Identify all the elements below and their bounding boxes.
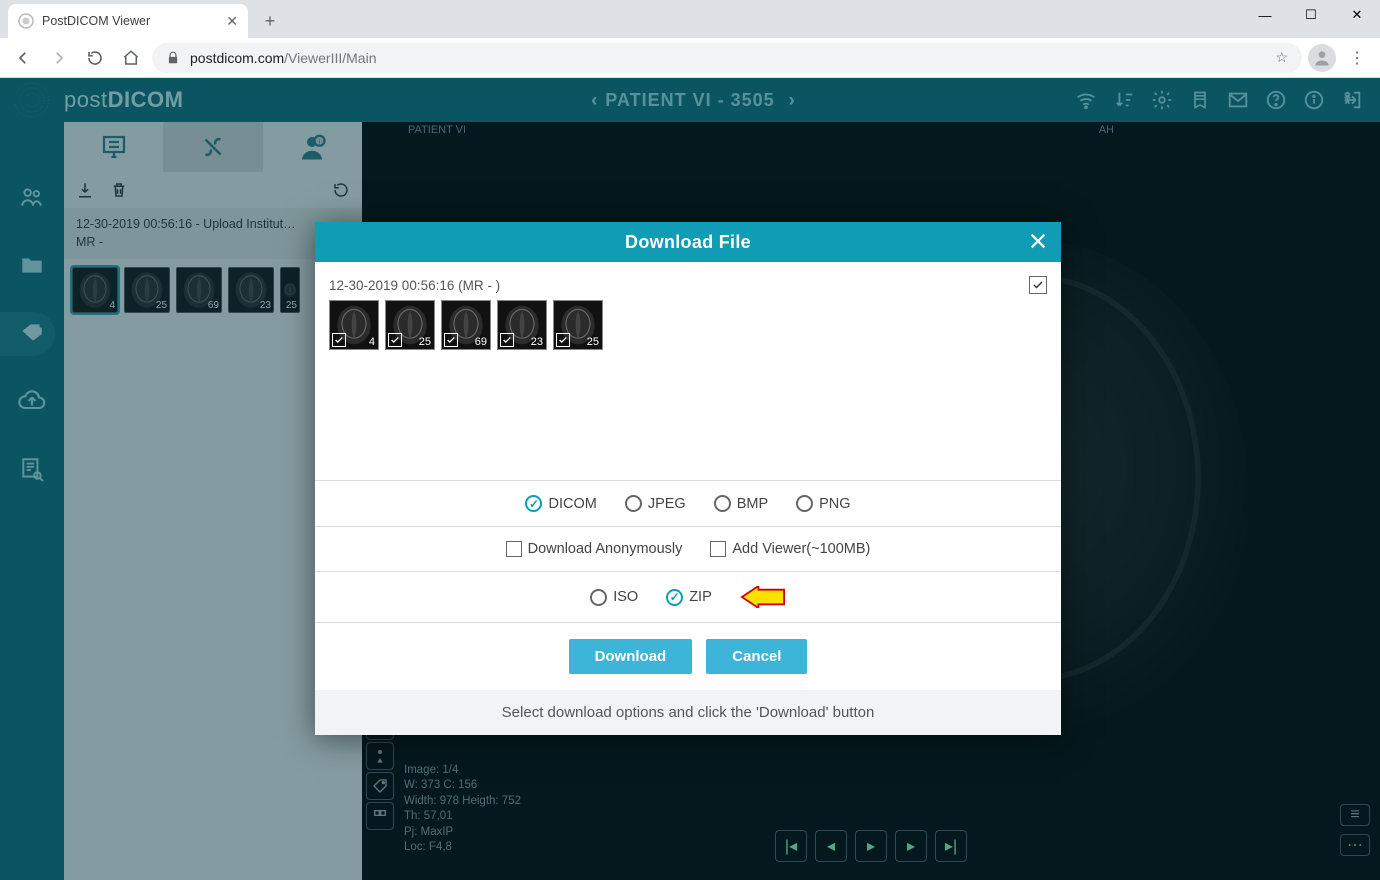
patient-label: PATIENT VI - 3505 bbox=[605, 90, 774, 111]
app-root: postDICOM ‹‹ PATIENT VI - 3505 ›› bbox=[0, 78, 1380, 880]
download-file-dialog: Download File 12-30-2019 00:56:16 (MR - … bbox=[315, 222, 1061, 735]
viewer-patient-label: PATIENT VI bbox=[408, 124, 466, 136]
tool-tag-icon[interactable] bbox=[366, 772, 394, 800]
profile-avatar[interactable] bbox=[1308, 44, 1336, 72]
nav-folder-icon[interactable] bbox=[17, 250, 47, 280]
tool-person-icon[interactable] bbox=[366, 742, 394, 770]
browser-toolbar: postdicom.com/ViewerIII/Main ☆ ⋮ bbox=[0, 38, 1380, 78]
thumb-checkbox[interactable] bbox=[556, 333, 570, 347]
window-close-button[interactable]: ✕ bbox=[1334, 0, 1380, 30]
study-line1: 12-30-2019 00:56:16 - Upload Institut… bbox=[76, 216, 350, 234]
viewer-menu-icon[interactable]: ≡ bbox=[1340, 804, 1370, 826]
dialog-series-thumb[interactable]: 23 bbox=[497, 300, 547, 350]
sort-icon[interactable] bbox=[1112, 88, 1136, 112]
app-topbar: postDICOM ‹‹ PATIENT VI - 3505 ›› bbox=[0, 78, 1380, 122]
home-button[interactable] bbox=[116, 43, 146, 73]
series-thumb[interactable]: 25 bbox=[124, 267, 170, 313]
viewer-orientation-label: AH bbox=[1099, 124, 1114, 136]
dialog-header: Download File bbox=[315, 222, 1061, 262]
next-frame-button[interactable]: ▸ bbox=[895, 830, 927, 862]
tab-close-icon[interactable]: ✕ bbox=[226, 13, 238, 30]
thumb-checkbox[interactable] bbox=[388, 333, 402, 347]
help-icon[interactable] bbox=[1264, 88, 1288, 112]
archive-zip-radio[interactable]: ZIP bbox=[666, 589, 712, 606]
dialog-series-thumb[interactable]: 25 bbox=[553, 300, 603, 350]
prev-frame-button[interactable]: ◂ bbox=[815, 830, 847, 862]
refresh-icon[interactable] bbox=[332, 181, 350, 199]
back-button[interactable] bbox=[8, 43, 38, 73]
dialog-series-thumb[interactable]: 69 bbox=[441, 300, 491, 350]
nav-search-doc-icon[interactable] bbox=[17, 454, 47, 484]
dialog-series-thumb[interactable]: 25 bbox=[385, 300, 435, 350]
anonymize-checkbox[interactable]: Download Anonymously bbox=[506, 541, 683, 557]
browser-tab[interactable]: PostDICOM Viewer ✕ bbox=[8, 4, 248, 38]
browser-tabstrip: PostDICOM Viewer ✕ + — ☐ ✕ bbox=[0, 0, 1380, 38]
dialog-thumbs: 425692325 bbox=[329, 300, 1047, 350]
window-maximize-button[interactable]: ☐ bbox=[1288, 0, 1334, 30]
select-all-checkbox[interactable] bbox=[1029, 276, 1047, 294]
series-thumb[interactable]: 23 bbox=[228, 267, 274, 313]
panel-tab-viewer[interactable] bbox=[64, 122, 163, 172]
format-dicom-radio[interactable]: DICOM bbox=[525, 495, 596, 512]
nav-users-icon[interactable] bbox=[17, 182, 47, 212]
reload-button[interactable] bbox=[80, 43, 110, 73]
dialog-title: Download File bbox=[625, 232, 751, 253]
series-thumb[interactable]: 69 bbox=[176, 267, 222, 313]
last-frame-button[interactable]: ▸| bbox=[935, 830, 967, 862]
gear-icon[interactable] bbox=[1150, 88, 1174, 112]
patient-nav: ‹‹ PATIENT VI - 3505 ›› bbox=[591, 90, 788, 111]
archive-row: ISO ZIP bbox=[315, 571, 1061, 622]
forward-button[interactable] bbox=[44, 43, 74, 73]
first-frame-button[interactable]: |◂ bbox=[775, 830, 807, 862]
format-bmp-radio[interactable]: BMP bbox=[714, 495, 768, 512]
window-minimize-button[interactable]: — bbox=[1242, 0, 1288, 30]
thumb-checkbox[interactable] bbox=[332, 333, 346, 347]
download-icon[interactable] bbox=[76, 181, 94, 199]
url-domain: postdicom.com bbox=[190, 50, 284, 66]
left-nav bbox=[0, 122, 64, 880]
browser-menu-button[interactable]: ⋮ bbox=[1342, 43, 1372, 73]
url-path: /ViewerIII/Main bbox=[284, 50, 376, 66]
new-tab-button[interactable]: + bbox=[256, 7, 284, 35]
exit-icon[interactable] bbox=[1340, 88, 1364, 112]
nav-tags-icon[interactable] bbox=[17, 318, 47, 348]
download-button[interactable]: Download bbox=[569, 639, 693, 674]
app-logo-icon bbox=[0, 78, 64, 122]
nav-upload-icon[interactable] bbox=[17, 386, 47, 416]
thumb-checkbox[interactable] bbox=[444, 333, 458, 347]
series-thumb[interactable]: 4 bbox=[72, 267, 118, 313]
address-bar[interactable]: postdicom.com/ViewerIII/Main ☆ bbox=[152, 43, 1302, 73]
thumb-checkbox[interactable] bbox=[500, 333, 514, 347]
mail-icon[interactable] bbox=[1226, 88, 1250, 112]
tool-grid-icon[interactable] bbox=[366, 802, 394, 830]
viewer-info: Image: 1/4 W: 373 C: 156 Width: 978 Heig… bbox=[404, 763, 521, 856]
svg-text:!: ! bbox=[319, 138, 321, 147]
study-line2: MR - bbox=[76, 234, 350, 252]
tab-title: PostDICOM Viewer bbox=[42, 14, 150, 28]
viewer-more-icon[interactable]: ⋯ bbox=[1340, 834, 1370, 856]
dialog-series-thumb[interactable]: 4 bbox=[329, 300, 379, 350]
bookmark-icon[interactable]: ☆ bbox=[1275, 49, 1288, 66]
series-thumb[interactable]: 25 bbox=[280, 267, 300, 313]
cancel-button[interactable]: Cancel bbox=[706, 639, 807, 674]
dialog-series-label: 12-30-2019 00:56:16 (MR - ) bbox=[329, 278, 500, 293]
wifi-icon[interactable] bbox=[1074, 88, 1098, 112]
options-row: Download Anonymously Add Viewer(~100MB) bbox=[315, 526, 1061, 571]
dialog-footer-text: Select download options and click the 'D… bbox=[315, 690, 1061, 735]
trash-icon[interactable] bbox=[110, 181, 128, 199]
highlight-arrow-icon bbox=[740, 586, 786, 608]
format-jpeg-radio[interactable]: JPEG bbox=[625, 495, 686, 512]
info-icon[interactable] bbox=[1302, 88, 1326, 112]
format-row: DICOM JPEG BMP PNG bbox=[315, 480, 1061, 526]
format-png-radio[interactable]: PNG bbox=[796, 495, 850, 512]
archive-iso-radio[interactable]: ISO bbox=[590, 589, 638, 606]
archive-icon[interactable] bbox=[1188, 88, 1212, 112]
play-button[interactable]: ▸ bbox=[855, 830, 887, 862]
lock-icon bbox=[166, 51, 180, 65]
dialog-close-button[interactable] bbox=[1025, 228, 1051, 254]
add-viewer-checkbox[interactable]: Add Viewer(~100MB) bbox=[710, 541, 870, 557]
panel-tab-patient[interactable]: ! bbox=[263, 122, 362, 172]
brand-text: postDICOM bbox=[64, 87, 183, 113]
panel-tab-tools[interactable] bbox=[163, 122, 262, 172]
